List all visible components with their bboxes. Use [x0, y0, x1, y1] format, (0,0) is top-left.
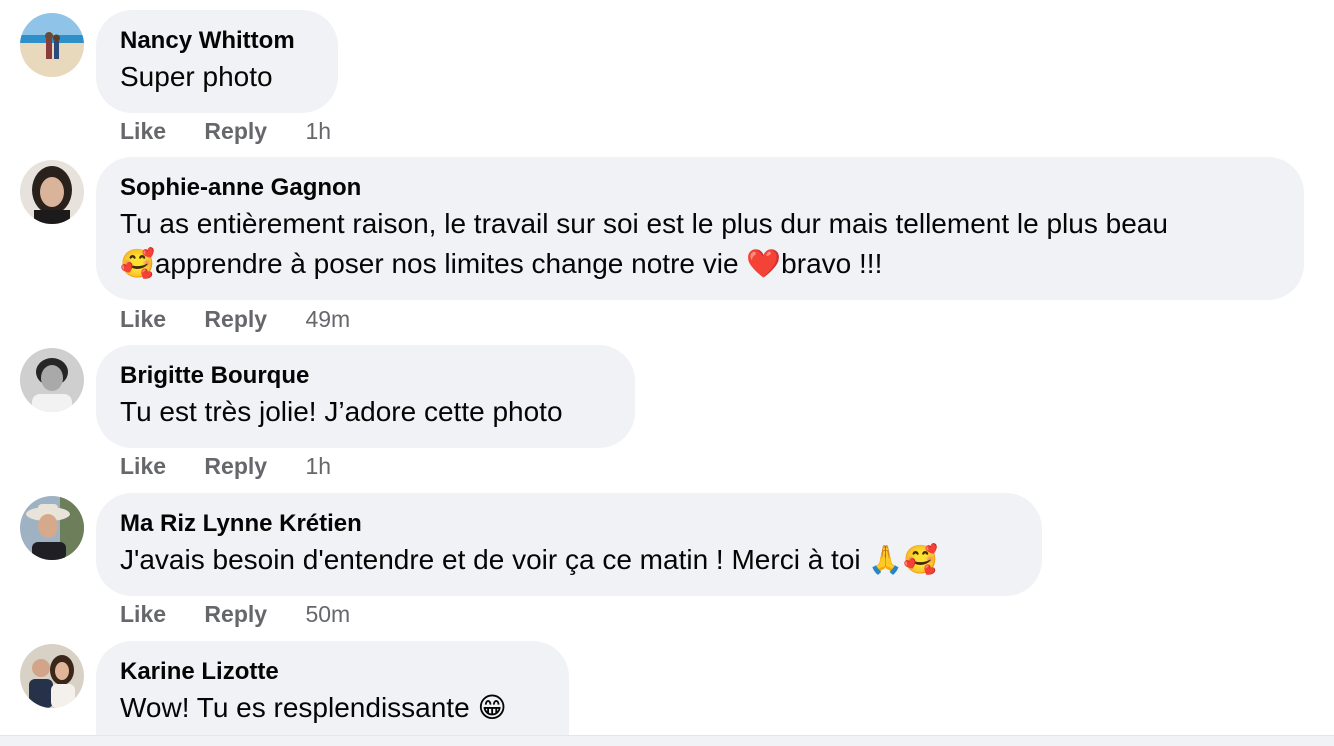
comment-text-line: 🥰apprendre à poser nos limites change no… — [120, 248, 883, 279]
comment-actions: Like Reply 50m — [120, 601, 350, 628]
reply-button[interactable]: Reply — [204, 601, 267, 627]
comment-timestamp[interactable]: 1h — [305, 453, 331, 479]
comment-actions: Like Reply 1h — [120, 453, 331, 480]
comment-bubble: Ma Riz Lynne Krétien J'avais besoin d'en… — [96, 493, 1042, 596]
comment-text: Tu est très jolie! J’adore cette photo — [120, 396, 563, 427]
like-button[interactable]: Like — [120, 118, 166, 144]
woman-portrait-avatar-icon — [20, 160, 84, 224]
avatar[interactable] — [20, 160, 84, 224]
avatar[interactable] — [20, 13, 84, 77]
comment-author[interactable]: Karine Lizotte — [120, 656, 545, 688]
couple-photo-avatar-icon — [20, 644, 84, 708]
comment-text: J'avais besoin d'entendre et de voir ça … — [120, 544, 939, 575]
bottom-divider — [0, 735, 1334, 746]
woman-hat-avatar-icon — [20, 496, 84, 560]
comment-text: Super photo — [120, 61, 273, 92]
reply-button[interactable]: Reply — [204, 306, 267, 332]
comment-author[interactable]: Brigitte Bourque — [120, 360, 611, 392]
comment-bubble: Sophie-anne Gagnon Tu as entièrement rai… — [96, 157, 1304, 300]
reply-button[interactable]: Reply — [204, 453, 267, 479]
avatar[interactable] — [20, 496, 84, 560]
comment-bubble: Nancy Whittom Super photo — [96, 10, 338, 113]
comment-text: Wow! Tu es resplendissante 😁 — [120, 692, 507, 723]
reply-button[interactable]: Reply — [204, 118, 267, 144]
like-button[interactable]: Like — [120, 601, 166, 627]
comment-author[interactable]: Ma Riz Lynne Krétien — [120, 508, 1018, 540]
comment-timestamp[interactable]: 1h — [305, 118, 331, 144]
comment-timestamp[interactable]: 50m — [305, 601, 350, 627]
comment-actions: Like Reply 1h — [120, 118, 331, 145]
comment-bubble: Karine Lizotte Wow! Tu es resplendissant… — [96, 641, 569, 746]
like-button[interactable]: Like — [120, 306, 166, 332]
beach-photo-avatar-icon — [20, 13, 84, 77]
comment-feed: Nancy Whittom Super photo Like Reply 1h … — [0, 0, 1334, 746]
comment-author[interactable]: Sophie-anne Gagnon — [120, 172, 1280, 204]
avatar[interactable] — [20, 348, 84, 412]
like-button[interactable]: Like — [120, 453, 166, 479]
comment-author[interactable]: Nancy Whittom — [120, 25, 314, 57]
comment-actions: Like Reply 49m — [120, 306, 350, 333]
comment-bubble: Brigitte Bourque Tu est très jolie! J’ad… — [96, 345, 635, 448]
comment-text-line: Tu as entièrement raison, le travail sur… — [120, 208, 1168, 239]
woman-bw-portrait-avatar-icon — [20, 348, 84, 412]
avatar[interactable] — [20, 644, 84, 708]
comment-timestamp[interactable]: 49m — [305, 306, 350, 332]
